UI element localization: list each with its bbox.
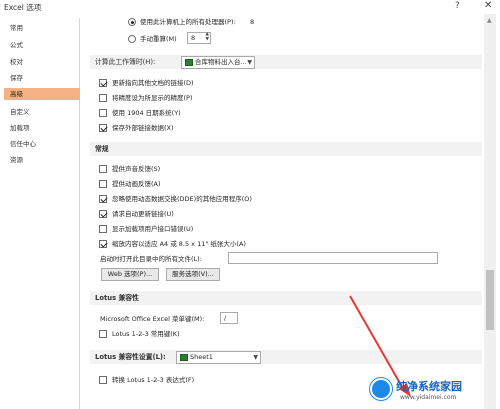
watermark-url: www.yidaimei.com: [400, 394, 457, 401]
logo-icon: [370, 378, 392, 400]
annotation-arrow: [349, 295, 411, 397]
watermark-title: 纯净系统家园: [396, 380, 462, 393]
watermark-logo: 纯净系统家园 www.yidaimei.com: [370, 376, 496, 406]
